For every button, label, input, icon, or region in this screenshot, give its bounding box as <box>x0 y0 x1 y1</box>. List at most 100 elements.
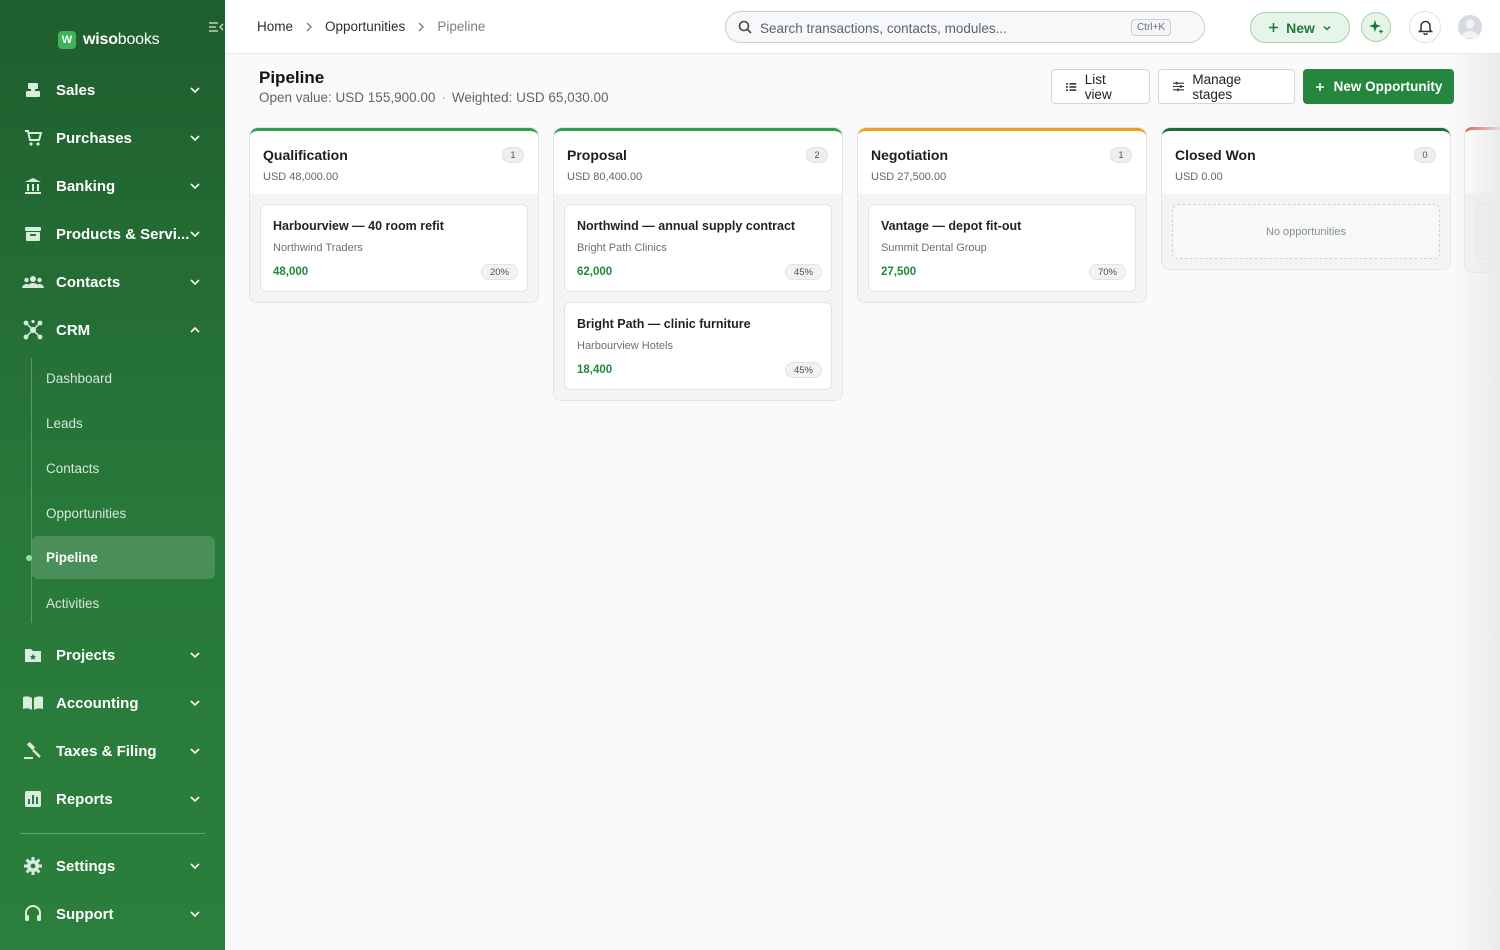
sparkle-icon <box>1369 20 1384 34</box>
chevron-down-icon <box>190 183 200 190</box>
new-opportunity-label: New Opportunity <box>1333 79 1443 94</box>
weighted-value: Weighted: USD 65,030.00 <box>451 90 609 105</box>
global-search[interactable]: Ctrl+K <box>725 11 1205 43</box>
manage-stages-button[interactable]: Manage stages <box>1158 69 1295 104</box>
collapse-sidebar-icon[interactable] <box>208 19 224 35</box>
breadcrumb: Home Opportunities Pipeline <box>257 19 485 34</box>
new-opportunity-button[interactable]: New Opportunity <box>1303 69 1454 104</box>
card-amount: 62,000 <box>577 266 613 278</box>
sidebar-item-label: Settings <box>56 857 116 875</box>
sidebar-item-label: CRM <box>56 321 91 339</box>
search-icon <box>738 20 752 34</box>
opportunity-card[interactable]: Harbourview — 40 room refit Northwind Tr… <box>260 204 528 292</box>
card-title: Vantage — depot fit-out <box>881 219 1022 233</box>
sidebar-item-projects[interactable]: Projects <box>0 635 225 675</box>
sidebar-item-label: Contacts <box>56 273 121 291</box>
stage-column-closed-won: Closed Won USD 0.00 0 No opportunities <box>1161 127 1451 270</box>
ai-assistant-button[interactable] <box>1361 12 1391 42</box>
new-button-label: New <box>1286 19 1315 36</box>
search-input[interactable] <box>760 18 1120 38</box>
stage-column-closed-lost <box>1464 127 1500 273</box>
sidebar-item-label: Purchases <box>56 129 132 147</box>
card-title: Harbourview — 40 room refit <box>273 219 444 233</box>
card-company: Summit Dental Group <box>881 242 987 254</box>
chevron-down-icon <box>190 279 200 286</box>
sidebar-item-label: Support <box>56 905 114 923</box>
chevron-up-icon <box>190 326 200 333</box>
avatar[interactable] <box>1458 15 1482 39</box>
sidebar-item-products[interactable]: Products & Servi... <box>0 214 225 254</box>
summary-separator: · <box>441 90 446 105</box>
card-probability-badge: 45% <box>784 362 822 378</box>
headset-icon <box>22 903 44 925</box>
stage-total: USD 0.00 <box>1175 171 1223 183</box>
sidebar-subitem-contacts[interactable]: Contacts <box>32 447 215 490</box>
stage-column-qualification: Qualification USD 48,000.00 1 Harbourvie… <box>249 127 539 303</box>
card-probability-badge: 70% <box>1088 264 1126 280</box>
new-button[interactable]: New <box>1250 12 1350 43</box>
sidebar-item-settings[interactable]: Settings <box>0 846 225 886</box>
breadcrumb-home[interactable]: Home <box>257 19 293 34</box>
stage-cards: Harbourview — 40 room refit Northwind Tr… <box>250 194 538 302</box>
list-icon <box>1066 82 1077 91</box>
stage-cards: Northwind — annual supply contract Brigh… <box>554 194 842 400</box>
chevron-down-icon <box>190 652 200 659</box>
sidebar: W wisobooks Sales Purchases Banking Prod… <box>0 0 225 950</box>
chevron-right-icon <box>418 22 425 31</box>
stage-header: Negotiation USD 27,500.00 1 <box>858 128 1146 194</box>
submenu-rail <box>31 358 32 623</box>
chevron-down-icon <box>1323 25 1331 31</box>
card-probability-badge: 45% <box>784 264 822 280</box>
sidebar-item-crm[interactable]: CRM <box>0 310 225 350</box>
sidebar-item-label: Products & Servi... <box>56 225 190 243</box>
sidebar-item-label: Accounting <box>56 694 139 712</box>
logo-text: wisobooks <box>83 31 160 49</box>
list-view-button[interactable]: List view <box>1051 69 1150 104</box>
page-title: Pipeline <box>259 68 325 87</box>
stage-total: USD 48,000.00 <box>263 171 339 183</box>
notifications-button[interactable] <box>1409 11 1441 43</box>
chevron-right-icon <box>306 22 313 31</box>
sidebar-item-reports[interactable]: Reports <box>0 779 225 819</box>
opportunity-card[interactable]: Bright Path — clinic furniture Harbourvi… <box>564 302 832 390</box>
chevron-down-icon <box>190 796 200 803</box>
sidebar-item-label: Projects <box>56 646 116 664</box>
stage-name: Closed Won <box>1175 147 1256 163</box>
chevron-down-icon <box>190 135 200 142</box>
sidebar-item-accounting[interactable]: Accounting <box>0 683 225 723</box>
stage-count-badge: 2 <box>806 147 828 163</box>
breadcrumb-opportunities[interactable]: Opportunities <box>325 19 405 34</box>
opportunity-card[interactable]: Northwind — annual supply contract Brigh… <box>564 204 832 292</box>
sliders-icon <box>1173 81 1185 92</box>
sidebar-item-banking[interactable]: Banking <box>0 166 225 206</box>
sidebar-item-sales[interactable]: Sales <box>0 70 225 110</box>
sidebar-item-purchases[interactable]: Purchases <box>0 118 225 158</box>
active-indicator-dot <box>26 555 32 561</box>
card-company: Bright Path Clinics <box>577 242 667 254</box>
stage-name: Negotiation <box>871 147 948 163</box>
sidebar-subitem-leads[interactable]: Leads <box>32 402 215 445</box>
bank-icon <box>22 175 44 197</box>
opportunity-card[interactable]: Vantage — depot fit-out Summit Dental Gr… <box>868 204 1136 292</box>
sidebar-item-support[interactable]: Support <box>0 894 225 934</box>
chevron-down-icon <box>190 87 200 94</box>
stage-count-badge: 0 <box>1414 147 1436 163</box>
people-icon <box>22 271 44 293</box>
sidebar-subitem-activities[interactable]: Activities <box>32 582 215 625</box>
sidebar-subitem-opportunities[interactable]: Opportunities <box>32 492 215 535</box>
sidebar-subitem-dashboard[interactable]: Dashboard <box>32 357 215 400</box>
card-title: Northwind — annual supply contract <box>577 219 796 233</box>
stage-cards: No opportunities <box>1162 194 1450 269</box>
brand-logo[interactable]: W wisobooks <box>58 31 160 49</box>
sidebar-item-taxes[interactable]: Taxes & Filing <box>0 731 225 771</box>
logo-mark: W <box>58 31 76 49</box>
open-value: Open value: USD 155,900.00 <box>259 90 436 105</box>
user-icon <box>1461 19 1479 38</box>
card-probability-badge: 20% <box>480 264 518 280</box>
sidebar-subitem-pipeline[interactable]: Pipeline <box>32 536 215 579</box>
cart-icon <box>22 127 44 149</box>
stage-header: Closed Won USD 0.00 0 <box>1162 128 1450 194</box>
chevron-down-icon <box>190 911 200 918</box>
empty-state: No opportunities <box>1172 204 1440 259</box>
sidebar-item-contacts[interactable]: Contacts <box>0 262 225 302</box>
